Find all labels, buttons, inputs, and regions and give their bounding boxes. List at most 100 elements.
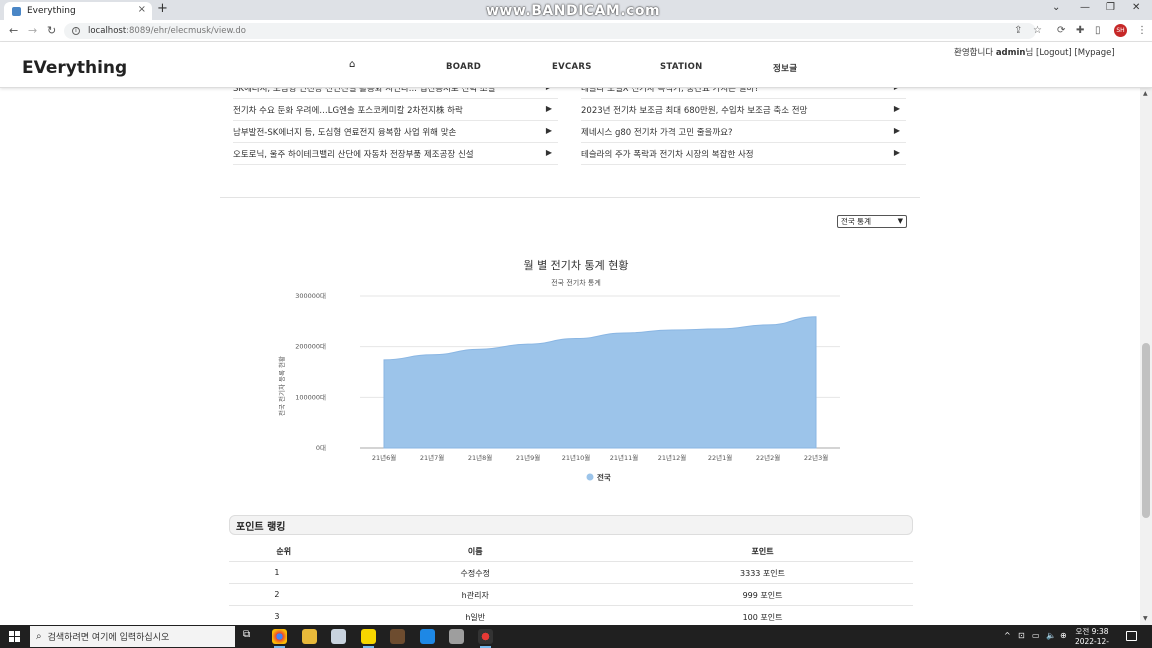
forward-icon[interactable]: → (28, 24, 37, 37)
refresh-extension-icon[interactable]: ⟳ (1057, 25, 1065, 36)
clock-time: 오전 9:38 (1075, 627, 1109, 636)
y-axis-label: 전국 전기차 등록 현황 (277, 356, 286, 416)
share-icon[interactable]: ⇪ (1014, 25, 1022, 36)
play-arrow-icon[interactable]: ▶ (546, 104, 552, 113)
x-tick-label: 22년1월 (708, 453, 732, 462)
site-header: EVerything ⌂ BOARD EVCARS STATION 정보글 환영… (0, 42, 1152, 88)
news-item[interactable]: 테슬라의 주가 폭락과 전기차 시장의 복잡한 사정 ▶ (581, 143, 906, 165)
play-arrow-icon[interactable]: ▶ (894, 126, 900, 135)
news-item[interactable]: 남부발전-SK에너지 등, 도심형 연료전지 융복합 사업 위해 맞손 ▶ (233, 121, 558, 143)
address-bar[interactable]: i localhost:8089/ehr/elecmusk/view.do (64, 23, 1036, 39)
extensions-puzzle-icon[interactable]: ✚ (1076, 25, 1084, 36)
chevron-down-icon: ▼ (897, 217, 903, 225)
file-explorer-icon[interactable] (302, 629, 317, 644)
news-item[interactable]: 제네시스 g80 전기차 가격 고민 줄을까요? ▶ (581, 121, 906, 143)
site-favicon-icon (12, 6, 21, 16)
news-title: 제네시스 g80 전기차 가격 고민 줄을까요? (581, 127, 733, 138)
tab-close-icon[interactable]: × (138, 4, 146, 15)
scrollbar-thumb[interactable] (1142, 343, 1150, 518)
speaker-icon[interactable]: 🔈 (1046, 631, 1056, 640)
browser-toolbar: ← → ↻ i localhost:8089/ehr/elecmusk/view… (0, 20, 1152, 42)
section-divider (220, 197, 920, 198)
news-item[interactable]: 오토로닉, 울주 하이테크밸리 산단에 자동차 전장부품 제조공장 신설 ▶ (233, 143, 558, 165)
minimize-icon[interactable]: — (1080, 2, 1090, 13)
profile-avatar[interactable]: SH (1114, 24, 1127, 37)
nav-info[interactable]: 정보글 (773, 62, 797, 74)
browser-menu-icon[interactable]: ⋮ (1137, 25, 1147, 36)
windows-start-icon[interactable] (9, 631, 20, 642)
tray-network-icon[interactable]: ⊡ (1018, 631, 1025, 640)
x-tick-label: 22년3월 (804, 453, 828, 462)
back-icon[interactable]: ← (9, 24, 18, 37)
sidebar-icon[interactable]: ▯ (1095, 25, 1101, 36)
taskbar-search[interactable]: ⌕ 검색하려면 여기에 입력하십시오 (30, 626, 235, 647)
site-info-icon[interactable]: i (72, 27, 80, 35)
news-item[interactable]: 전기차 수요 둔화 우려에…LG엔솔 포스코케미칼 2차전지株 하락 ▶ (233, 99, 558, 121)
points-cell: 3333 포인트 (740, 569, 786, 578)
rank-cell: 1 (274, 568, 280, 577)
ranking-table: 순위 이름 포인트 1 수정수정 3333 포인트 2 h관리자 999 포인트… (229, 540, 913, 628)
nav-station[interactable]: STATION (660, 62, 703, 72)
mypage-link[interactable]: [Mypage] (1074, 48, 1114, 58)
play-arrow-icon[interactable]: ▶ (894, 148, 900, 157)
news-title: 2023년 전기차 보조금 최대 680만원, 수입차 보조금 축소 전망 (581, 105, 808, 116)
x-tick-label: 21년11월 (610, 453, 639, 462)
tray-chevron-icon[interactable]: ^ (1004, 631, 1011, 640)
news-title: 남부발전-SK에너지 등, 도심형 연료전지 융복합 사업 위해 맞손 (233, 127, 457, 138)
news-item[interactable]: 2023년 전기차 보조금 최대 680만원, 수입차 보조금 축소 전망 ▶ (581, 99, 906, 121)
scroll-down-icon[interactable]: ▼ (1143, 615, 1148, 622)
taskbar-clock[interactable]: 오전 9:38 2022-12-28 (1072, 627, 1112, 648)
points-cell: 999 포인트 (742, 591, 783, 600)
ime-icon[interactable]: ⊕ (1060, 631, 1067, 640)
stats-region-select[interactable]: 전국 통계 ▼ (837, 215, 907, 228)
scroll-up-icon[interactable]: ▲ (1143, 90, 1148, 97)
tab-search-chevron-icon[interactable]: ⌄ (1052, 2, 1060, 13)
news-title: 전기차 수요 둔화 우려에…LG엔솔 포스코케미칼 2차전지株 하락 (233, 105, 463, 116)
nav-board[interactable]: BOARD (446, 62, 481, 72)
x-tick-label: 21년12월 (658, 453, 687, 462)
bandicam-icon[interactable] (478, 629, 493, 648)
play-arrow-icon[interactable]: ▶ (894, 104, 900, 113)
tray-display-icon[interactable]: ▭ (1032, 631, 1040, 640)
logout-link[interactable]: [Logout] (1036, 48, 1072, 58)
news-title: 테슬라의 주가 폭락과 전기차 시장의 복잡한 사정 (581, 149, 754, 160)
welcome-text: 환영합니다 (954, 48, 994, 58)
app-icon[interactable] (331, 629, 346, 644)
url-host: localhost (88, 26, 127, 36)
table-row[interactable]: 1 수정수정 3333 포인트 (229, 562, 913, 584)
chrome-app-icon[interactable] (272, 629, 287, 648)
table-row[interactable]: 2 h관리자 999 포인트 (229, 584, 913, 606)
close-window-icon[interactable]: ✕ (1132, 2, 1140, 13)
restore-icon[interactable]: ❐ (1106, 2, 1115, 13)
app-icon[interactable] (390, 629, 405, 644)
ranking-title: 포인트 랭킹 (229, 515, 913, 535)
clock-date: 2022-12-28 (1074, 637, 1110, 648)
site-logo[interactable]: EVerything (22, 58, 127, 78)
task-view-icon[interactable]: ⧉ (243, 629, 258, 644)
tab-title: Everything (27, 6, 76, 16)
name-cell: h관리자 (461, 591, 489, 600)
y-tick-label: 200000대 (295, 343, 326, 351)
chart-subtitle: 전국 전기차 통계 (551, 279, 601, 287)
legend-label: 전국 (597, 472, 611, 482)
home-icon[interactable]: ⌂ (349, 59, 355, 70)
col-points: 포인트 (751, 547, 774, 556)
app-icon[interactable] (449, 629, 464, 644)
play-arrow-icon[interactable]: ▶ (546, 148, 552, 157)
app-icon[interactable] (420, 629, 435, 644)
y-tick-label: 100000대 (295, 393, 326, 401)
kakaotalk-icon[interactable] (361, 629, 376, 648)
notification-icon[interactable] (1126, 631, 1137, 641)
honorific: 님 (1025, 48, 1034, 58)
page-scrollbar[interactable]: ▲ ▼ (1140, 88, 1152, 625)
screen: Everything × + www.BANDICAM.com ⌄ — ❐ ✕ … (0, 0, 1152, 648)
stats-select-value: 전국 통계 (841, 217, 871, 226)
new-tab-button[interactable]: + (157, 1, 168, 16)
play-arrow-icon[interactable]: ▶ (546, 126, 552, 135)
browser-tab[interactable]: Everything × (4, 2, 152, 20)
reload-icon[interactable]: ↻ (47, 24, 56, 37)
username: admin (995, 48, 1026, 58)
browser-tabbar: Everything × + www.BANDICAM.com ⌄ — ❐ ✕ (0, 0, 1152, 20)
nav-evcars[interactable]: EVCARS (552, 62, 592, 72)
bookmark-star-icon[interactable]: ☆ (1033, 25, 1042, 36)
